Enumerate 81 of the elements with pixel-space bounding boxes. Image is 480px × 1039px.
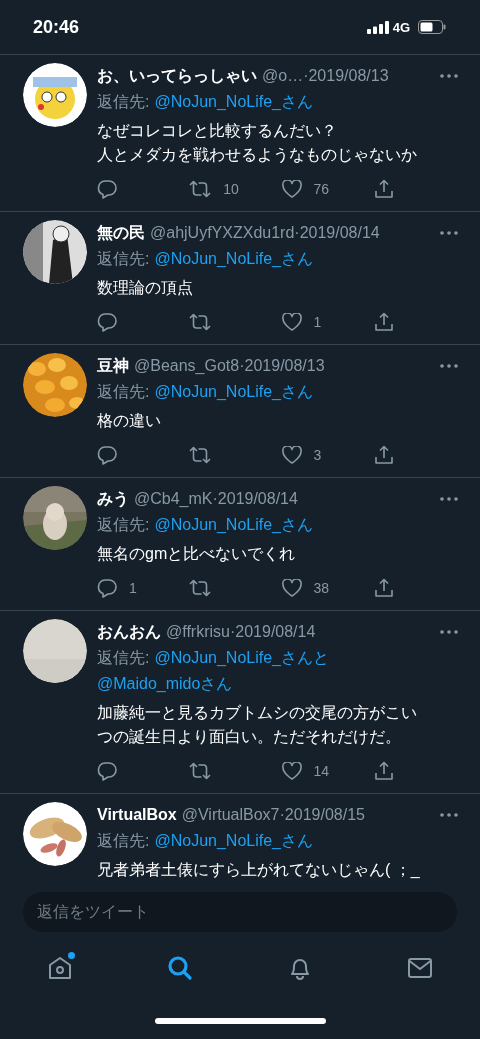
tweet-date: ·2019/08/15 [279,806,365,824]
tweet-text: つの誕生日より面白い。ただそれだけだ。 [97,727,402,747]
heart-icon[interactable] [281,313,302,331]
share-icon[interactable] [373,445,394,465]
user-handle: @ffrkrisu [166,623,230,641]
tweet-text: 加藤純一と見るカブトムシの交尾の方がこい [97,703,418,723]
heart-icon[interactable] [281,579,302,597]
reply-count: 1 [129,580,137,596]
tweet-text: 格の違い [97,411,162,431]
tweet-date: ·2019/08/14 [212,490,298,508]
user-name: みう [97,488,129,510]
user-handle: @Beans_Got8 [134,357,240,375]
tweet-text: 兄者弟者土俵にすら上がれてないじゃん( ；_ [97,860,421,880]
share-icon[interactable] [373,578,394,598]
more-icon[interactable] [440,813,458,817]
share-icon[interactable] [373,179,394,199]
user-name: おんおん [97,621,161,642]
more-icon[interactable] [440,364,458,368]
tweet-text: 人とメダカを戦わせるようなものじゃないか [97,145,418,165]
user-name: 無の民 [97,222,145,243]
retweet-icon[interactable] [189,312,212,332]
battery-icon [418,20,446,34]
reply-icon[interactable] [97,179,117,199]
reply-to-label: 返信先: [97,93,150,110]
like-count: 14 [313,763,330,779]
heart-icon[interactable] [281,762,302,780]
user-handle: @VirtualBox7 [181,806,280,824]
reply-to-label: 返信先: [97,250,150,267]
more-icon[interactable] [440,630,458,634]
reply-to-label: 返信先: [97,832,150,849]
tweet-date: ·2019/08/14 [229,623,316,641]
share-icon[interactable] [373,312,394,332]
heart-icon[interactable] [281,180,302,198]
reply-icon[interactable] [97,578,117,598]
mention-link[interactable]: @NoJun_NoLife_さん [154,246,313,272]
mention-link[interactable]: @NoJun_NoLife_さん [154,379,313,405]
reply-to-label: 返信先: [97,516,150,533]
like-count: 38 [313,580,330,596]
search-icon [167,955,193,981]
mention-link[interactable]: @NoJun_NoLife_さんと [154,645,329,671]
retweet-icon[interactable] [189,578,212,598]
mention-link[interactable]: @Maido_midoさん [97,671,233,697]
mention-link[interactable]: @NoJun_NoLife_さん [154,89,313,115]
user-name: お、いってらっしゃい [97,65,257,86]
retweet-icon[interactable] [189,179,212,199]
user-name: 豆神 [97,355,129,376]
tweet-text: 無名のgmと比べないでくれ [97,544,297,564]
tweet-text: 数理論の頂点 [97,278,194,298]
reply-to-label: 返信先: [97,649,150,666]
more-icon[interactable] [440,74,458,78]
user-handle: @Cb4_mK [134,490,213,508]
heart-icon[interactable] [281,446,302,464]
reply-icon[interactable] [97,312,117,332]
notification-dot [68,952,75,959]
tweet-date: ·2019/08/14 [294,224,380,242]
tweet-date: ·2019/08/13 [239,357,325,375]
signal-icon [366,20,389,34]
reply-icon[interactable] [97,445,117,465]
user-handle: @o… [262,67,304,85]
status-time: 20:46 [33,16,80,38]
user-handle: @ahjUyfYXZXdu1rd [150,224,295,242]
like-count: 3 [313,447,322,463]
tweet-date: ·2019/08/13 [303,67,389,85]
like-count: 76 [313,181,330,197]
mention-link[interactable]: @NoJun_NoLife_さん [154,512,313,538]
mail-icon [407,955,433,981]
home-icon [47,955,73,981]
retweet-icon[interactable] [189,761,212,781]
like-count: 1 [313,314,322,330]
more-icon[interactable] [440,497,458,501]
retweet-icon[interactable] [189,445,212,465]
tweet-text: なぜコレコレと比較するんだい？ [97,121,338,141]
retweet-count: 10 [223,181,239,197]
reply-to-label: 返信先: [97,383,150,400]
user-name: VirtualBox [97,806,177,824]
share-icon[interactable] [373,761,394,781]
reply-field[interactable]: 返信をツイート [23,892,457,932]
mention-link[interactable]: @NoJun_NoLife_さん [154,828,313,854]
network-type: 4G [392,19,410,35]
more-icon[interactable] [440,231,458,235]
reply-icon[interactable] [97,761,117,781]
